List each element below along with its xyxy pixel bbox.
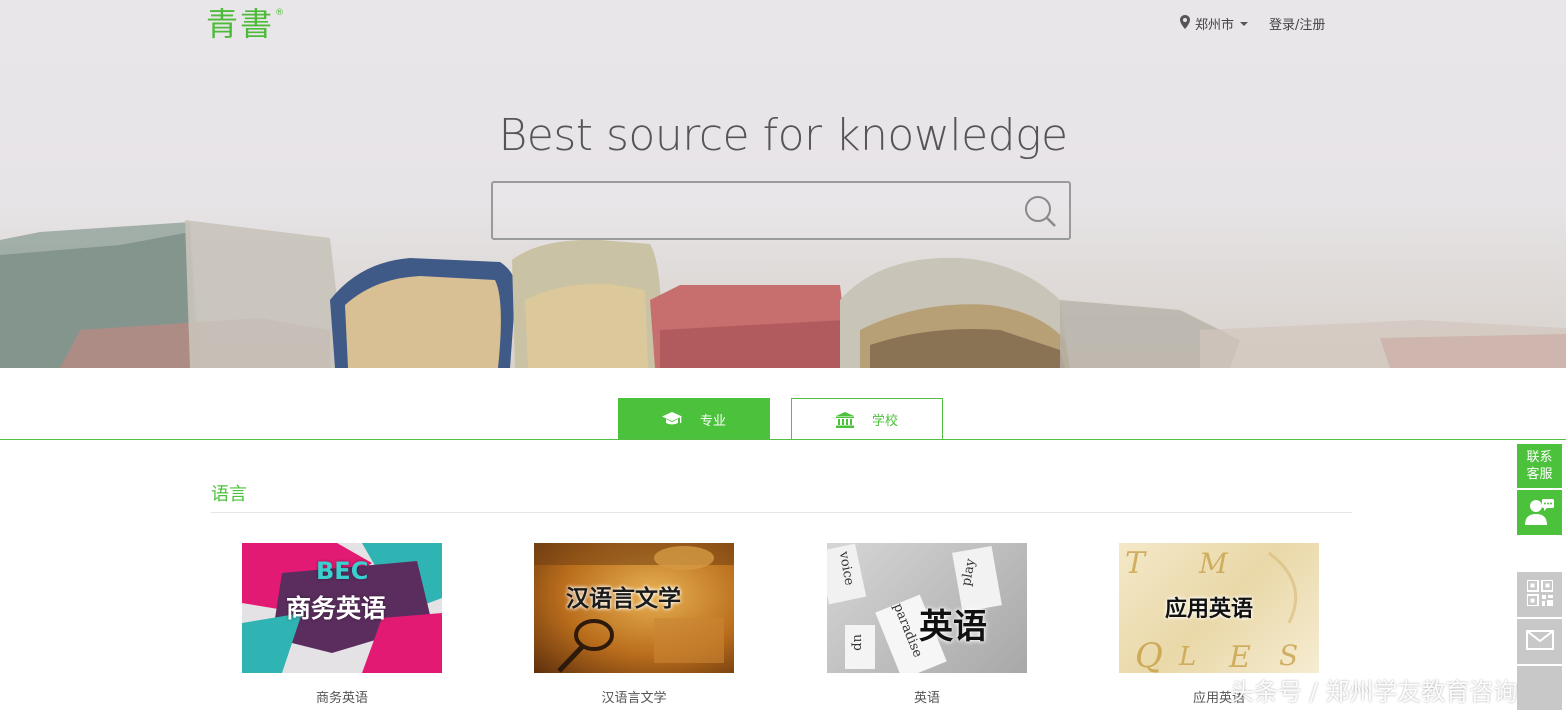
login-register-link[interactable]: 登录/注册 — [1269, 14, 1325, 33]
contact-label-line2: 客服 — [1526, 467, 1553, 482]
major-card-english[interactable]: voice play up paradise 英语 英语 — [827, 543, 1027, 706]
major-caption: 汉语言文学 — [601, 691, 667, 706]
svg-text:M: M — [1198, 547, 1229, 580]
image-word: up — [849, 634, 865, 651]
customer-agent-button[interactable] — [1517, 490, 1562, 535]
image-text-main: 汉语言文学 — [566, 586, 681, 612]
major-caption: 英语 — [913, 691, 940, 706]
search-box — [491, 181, 1071, 240]
svg-text:Q: Q — [1135, 636, 1163, 673]
image-text-main: 英语 — [919, 607, 987, 647]
section-divider — [211, 512, 1352, 513]
registered-mark: ® — [275, 8, 285, 18]
major-thumbnail: voice play up paradise 英语 — [827, 543, 1027, 673]
location-pin-icon — [1180, 14, 1190, 33]
qr-code-icon — [1525, 578, 1554, 610]
contact-service-button[interactable]: 联系 客服 — [1517, 444, 1562, 488]
qr-code-button[interactable] — [1517, 572, 1562, 617]
envelope-icon — [1525, 629, 1554, 654]
major-thumbnail: 汉语言文学 — [534, 543, 734, 673]
major-thumbnail: T M Q L E S 应用英语 — [1119, 543, 1319, 673]
brand-logo[interactable]: 青書 ® — [206, 4, 284, 44]
watermark-text: 头条号 / 郑州学友教育咨询 — [1230, 678, 1518, 706]
tab-major[interactable]: 专业 — [618, 398, 770, 440]
svg-text:S: S — [1279, 639, 1298, 672]
institution-icon — [835, 411, 854, 428]
hero-banner: 青書 ® 郑州市 登录/注册 Best source for knowledge — [0, 0, 1566, 368]
tab-major-label: 专业 — [699, 413, 726, 429]
major-caption: 商务英语 — [315, 691, 368, 706]
chevron-down-icon — [1240, 21, 1249, 26]
back-to-top-button[interactable] — [1517, 666, 1562, 710]
svg-text:L: L — [1178, 642, 1196, 672]
customer-agent-icon — [1524, 497, 1555, 529]
logo-text: 青書 — [206, 5, 275, 43]
graduation-cap-icon — [661, 412, 682, 426]
image-text-top: BEC — [316, 557, 369, 585]
email-button[interactable] — [1517, 619, 1562, 664]
contact-label-line1: 联系 — [1526, 450, 1553, 465]
image-text-main: 商务英语 — [286, 594, 387, 623]
search-input[interactable] — [501, 191, 1011, 230]
city-label: 郑州市 — [1195, 18, 1235, 33]
major-card-business-english[interactable]: BEC 商务英语 商务英语 — [242, 543, 442, 706]
tabs-divider — [0, 439, 1566, 440]
svg-text:E: E — [1228, 640, 1251, 673]
tab-school-label: 学校 — [871, 414, 898, 429]
svg-text:T: T — [1125, 546, 1147, 581]
search-icon[interactable] — [1021, 193, 1061, 229]
image-text-main: 应用英语 — [1165, 597, 1254, 622]
city-selector[interactable]: 郑州市 — [1180, 14, 1249, 33]
tab-school[interactable]: 学校 — [791, 398, 943, 440]
section-title: 语言 — [211, 484, 247, 505]
major-thumbnail: BEC 商务英语 — [242, 543, 442, 673]
major-card-chinese-literature[interactable]: 汉语言文学 汉语言文学 — [534, 543, 734, 706]
hero-headline: Best source for knowledge — [498, 110, 1068, 161]
top-navigation: 郑州市 登录/注册 — [1180, 14, 1325, 33]
